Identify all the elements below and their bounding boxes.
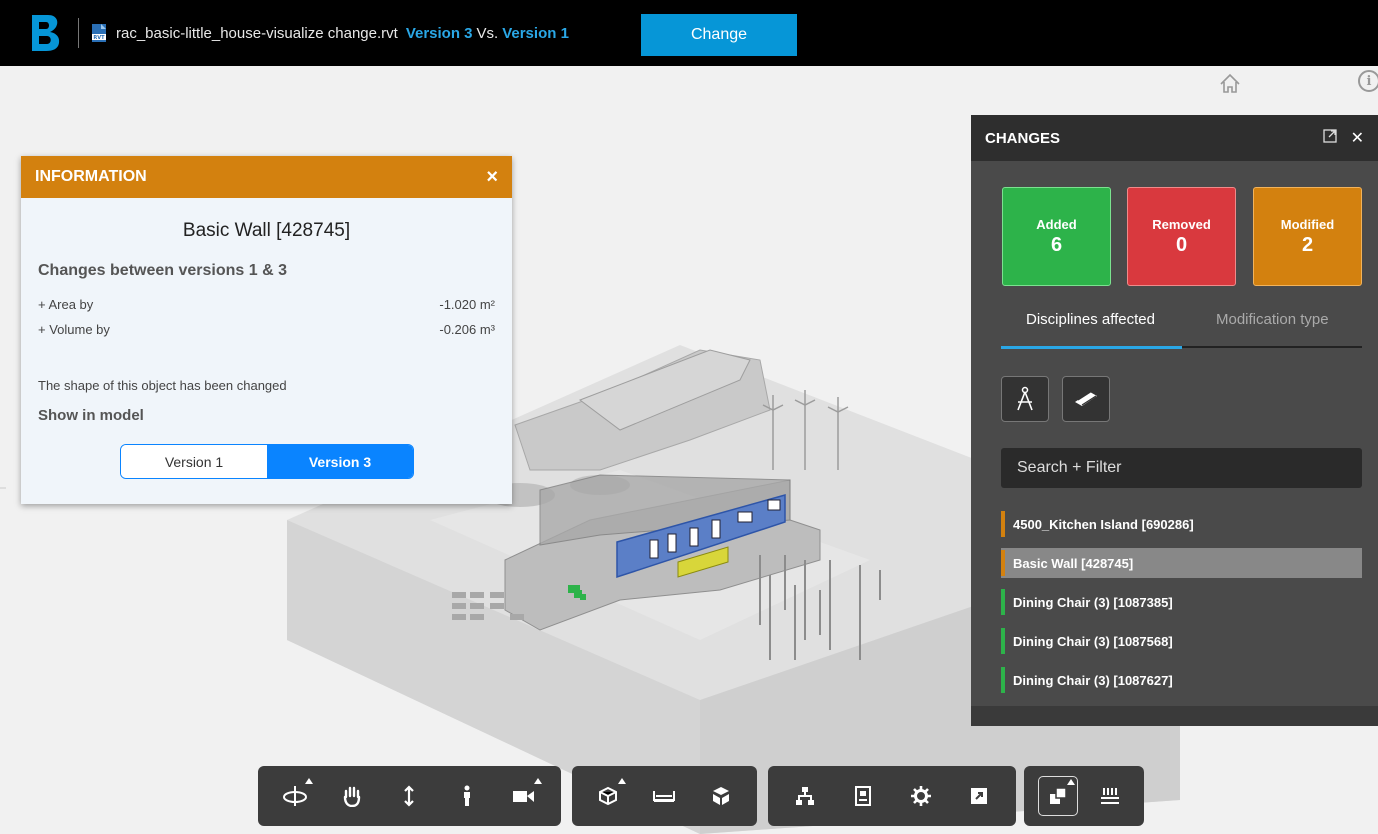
versus-label: Vs. [476,24,499,42]
pan-icon[interactable] [332,776,372,816]
compare-tools-group [1024,766,1144,826]
list-item[interactable]: Dining Chair (3) [1087385] [1001,587,1362,617]
shape-changed-text: The shape of this object has been change… [38,378,287,393]
header-divider [78,18,79,48]
property-label: + Volume by [38,322,110,337]
structure-icon[interactable] [1062,376,1110,422]
property-row: + Volume by -0.206 m³ [38,317,495,342]
levels-icon[interactable] [1090,776,1130,816]
version-toggle: Version 1 Version 3 [120,444,414,479]
first-person-icon[interactable] [447,776,487,816]
status-bar [1001,550,1005,576]
list-item[interactable]: Dining Chair (3) [1087568] [1001,626,1362,656]
navigation-toolbar-group [258,766,561,826]
compare-icon[interactable] [1038,776,1078,816]
list-item-label: 4500_Kitchen Island [690286] [1013,516,1194,532]
list-item-label: Basic Wall [428745] [1013,555,1134,571]
modified-count-card[interactable]: Modified 2 [1253,187,1362,286]
active-tab-indicator [1001,346,1182,349]
search-filter-input[interactable]: Search + Filter [1001,448,1362,488]
added-label: Added [1036,216,1077,232]
changes-list: 4500_Kitchen Island [690286] Basic Wall … [1001,509,1362,704]
changes-panel: CHANGES ✕ Added 6 Removed 0 Modified 2 D… [971,115,1378,726]
camera-icon[interactable] [504,776,544,816]
property-value: -0.206 m³ [439,322,495,337]
list-item-label: Dining Chair (3) [1087568] [1013,633,1173,649]
top-bar: RVT rac_basic-little_house-visualize cha… [0,0,1378,66]
element-name: Basic Wall [428745] [182,220,351,241]
information-panel: INFORMATION × Basic Wall [428745] Change… [21,156,512,504]
property-row: + Area by -1.020 m² [38,292,495,317]
status-bar [1001,589,1005,615]
bim360-logo-icon[interactable] [28,13,62,53]
properties-icon[interactable] [843,776,883,816]
change-button[interactable]: Change [641,14,797,56]
changes-panel-header: CHANGES ✕ [971,115,1378,161]
version-a-link[interactable]: Version 3 [406,25,473,42]
removed-count-card[interactable]: Removed 0 [1127,187,1236,286]
tab-disciplines-affected[interactable]: Disciplines affected [1026,311,1155,328]
inspection-tools-group [768,766,1016,826]
removed-count: 0 [1175,233,1188,256]
measure-icon[interactable] [644,776,684,816]
close-icon[interactable]: ✕ [1351,128,1364,148]
property-value: -1.020 m² [439,297,495,312]
property-label: + Area by [38,297,94,312]
status-bar [1001,628,1005,654]
model-tools-group [572,766,757,826]
list-item[interactable]: 4500_Kitchen Island [690286] [1001,509,1362,539]
added-count-card[interactable]: Added 6 [1002,187,1111,286]
removed-label: Removed [1152,216,1211,232]
rvt-file-icon: RVT [91,24,107,42]
show-in-model-label: Show in model [38,407,144,424]
added-count: 6 [1050,233,1063,256]
orbit-icon[interactable] [275,776,315,816]
version-3-option[interactable]: Version 3 [267,445,413,478]
list-item-label: Dining Chair (3) [1087385] [1013,594,1173,610]
tab-modification-type[interactable]: Modification type [1216,311,1329,328]
modified-count: 2 [1301,233,1314,256]
file-name: rac_basic-little_house-visualize change.… [116,24,398,42]
changes-between-heading: Changes between versions 1 & 3 [38,262,287,279]
model-browser-icon[interactable] [785,776,825,816]
version-1-option[interactable]: Version 1 [121,445,267,478]
changes-panel-footer [971,706,1378,726]
status-bar [1001,511,1005,537]
zoom-icon[interactable] [389,776,429,816]
close-icon[interactable]: × [486,166,498,189]
list-item-selected[interactable]: Basic Wall [428745] [1001,548,1362,578]
changes-panel-title: CHANGES [985,129,1061,147]
information-panel-header: INFORMATION × [21,156,512,198]
settings-icon[interactable] [901,776,941,816]
modified-label: Modified [1280,216,1335,232]
explode-icon[interactable] [701,776,741,816]
svg-text:RVT: RVT [93,35,105,41]
popout-icon[interactable] [1322,128,1337,148]
version-b-link[interactable]: Version 1 [502,25,569,42]
fullscreen-icon[interactable] [959,776,999,816]
information-panel-title: INFORMATION [35,168,147,185]
list-item-label: Dining Chair (3) [1087627] [1013,672,1173,688]
architecture-compass-icon[interactable] [1001,376,1049,422]
status-bar [1001,667,1005,693]
section-icon[interactable] [588,776,628,816]
list-item[interactable]: Dining Chair (3) [1087627] [1001,665,1362,695]
